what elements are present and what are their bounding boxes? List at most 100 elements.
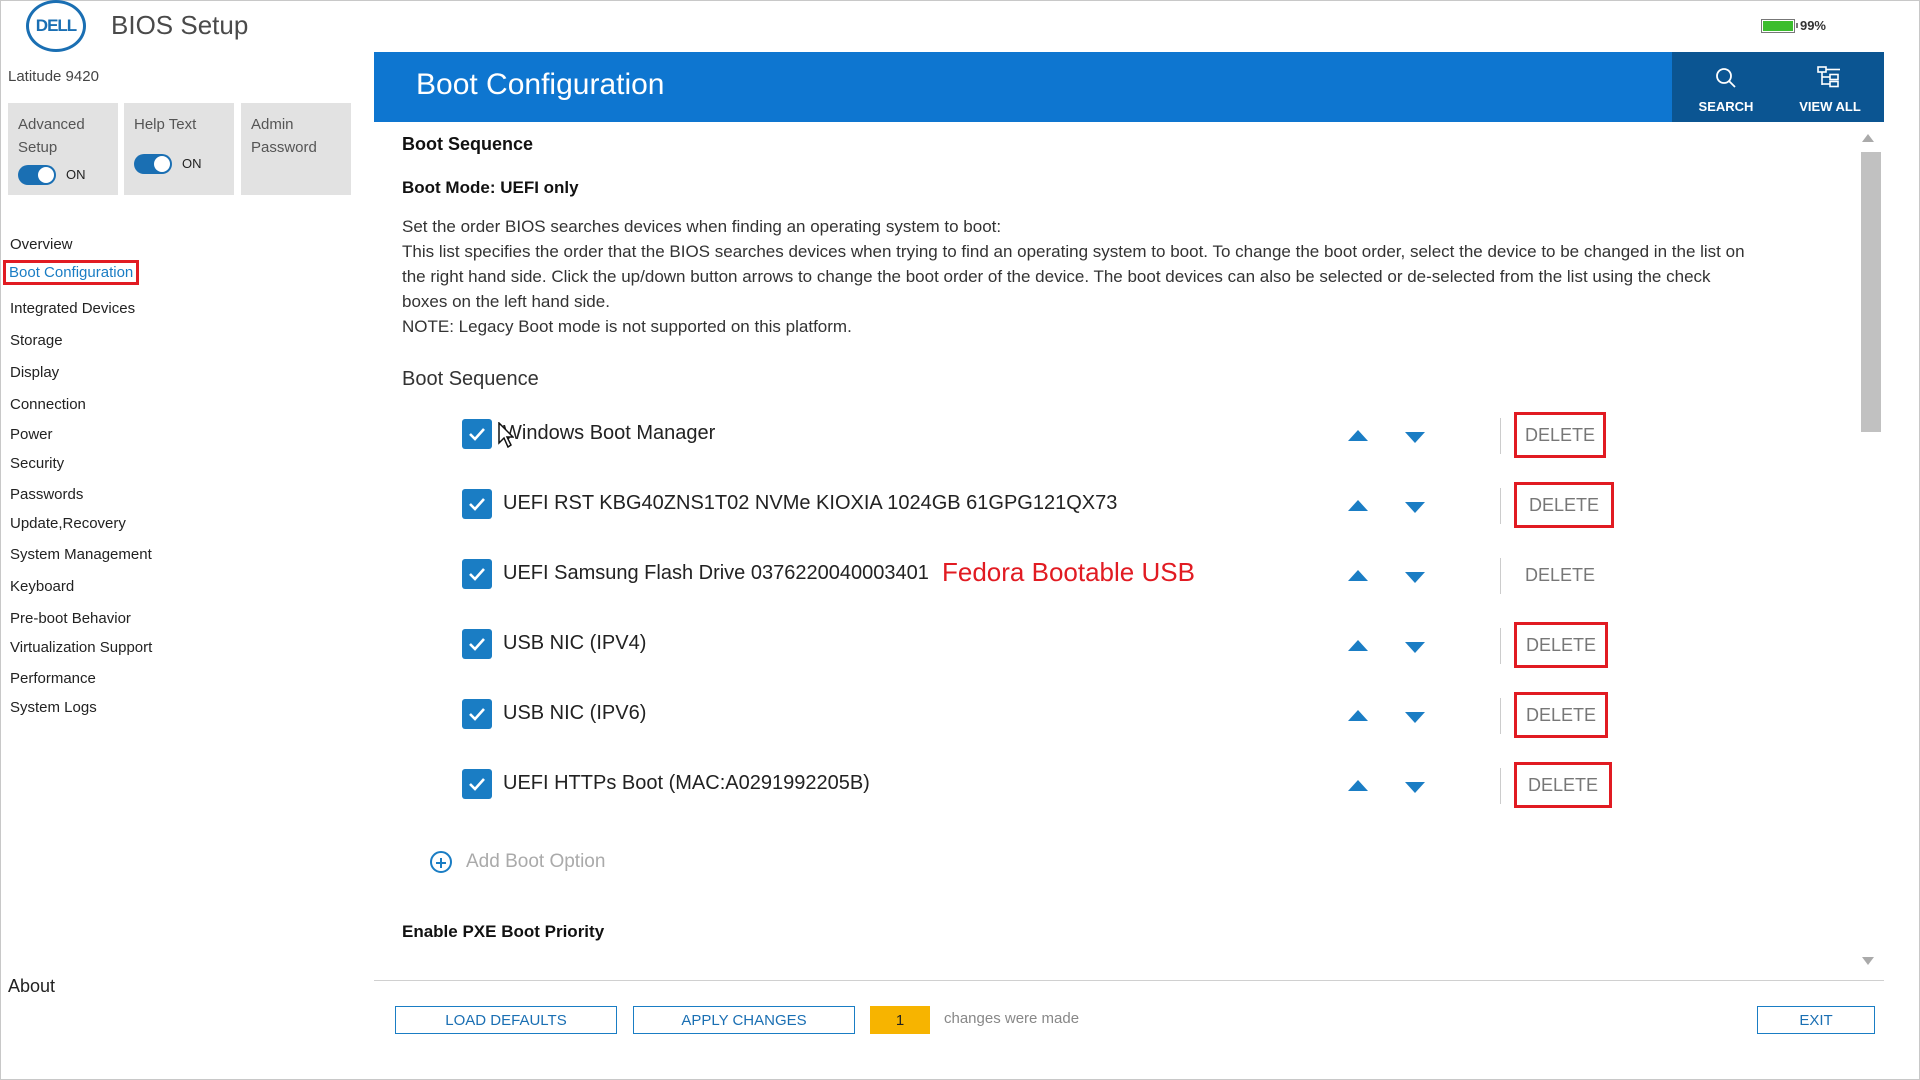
sidebar-item-preboot-behavior[interactable]: Pre-boot Behavior bbox=[10, 610, 131, 627]
sidebar-item-passwords[interactable]: Passwords bbox=[10, 486, 83, 503]
sidebar-item-overview[interactable]: Overview bbox=[10, 236, 73, 253]
footer-divider bbox=[374, 980, 1884, 981]
model-name: Latitude 9420 bbox=[8, 68, 99, 85]
battery-status: 99% bbox=[1760, 18, 1826, 33]
sidebar-item-about[interactable]: About bbox=[8, 976, 55, 997]
boot-option-row: UEFI HTTPs Boot (MAC:A0291992205B) DELET… bbox=[462, 760, 1762, 810]
apply-changes-button[interactable]: APPLY CHANGES bbox=[633, 1006, 855, 1034]
delete-button[interactable]: DELETE bbox=[1514, 692, 1608, 738]
annotation-label: Fedora Bootable USB bbox=[942, 557, 1195, 587]
checkmark-icon bbox=[469, 778, 485, 791]
main-content: Boot Sequence Boot Mode: UEFI only Set t… bbox=[374, 122, 1854, 978]
divider bbox=[1500, 628, 1501, 664]
checkmark-icon bbox=[469, 568, 485, 581]
checkmark-icon bbox=[469, 498, 485, 511]
sidebar-item-security[interactable]: Security bbox=[10, 455, 64, 472]
advanced-setup-label-1: Advanced bbox=[18, 116, 85, 133]
add-circle-icon bbox=[430, 851, 452, 873]
move-up-arrow-icon[interactable] bbox=[1348, 640, 1368, 651]
boot-option-label: Windows Boot Manager bbox=[503, 422, 716, 444]
add-boot-option-button[interactable]: Add Boot Option bbox=[430, 851, 605, 873]
toggle-state: ON bbox=[182, 156, 202, 171]
sidebar-item-performance[interactable]: Performance bbox=[10, 670, 96, 687]
divider bbox=[1500, 558, 1501, 594]
sidebar-item-power[interactable]: Power bbox=[10, 426, 53, 443]
sidebar-item-storage[interactable]: Storage bbox=[10, 332, 63, 349]
move-up-arrow-icon[interactable] bbox=[1348, 710, 1368, 721]
description: Set the order BIOS searches devices when… bbox=[402, 214, 1822, 339]
boot-option-checkbox[interactable] bbox=[462, 629, 492, 659]
delete-button[interactable]: DELETE bbox=[1514, 412, 1606, 458]
divider bbox=[1500, 488, 1501, 524]
description-line: NOTE: Legacy Boot mode is not supported … bbox=[402, 317, 852, 336]
boot-option-checkbox[interactable] bbox=[462, 559, 492, 589]
search-icon bbox=[1716, 68, 1736, 88]
dell-logo: DELL bbox=[26, 0, 86, 52]
sidebar-item-integrated-devices[interactable]: Integrated Devices bbox=[10, 300, 135, 317]
exit-button[interactable]: EXIT bbox=[1757, 1006, 1875, 1034]
move-down-arrow-icon[interactable] bbox=[1405, 502, 1425, 513]
boot-option-row: Windows Boot Manager DELETE bbox=[462, 410, 1762, 460]
scroll-up-arrow-icon[interactable] bbox=[1862, 134, 1874, 142]
boot-sequence-subheading: Boot Sequence bbox=[402, 368, 539, 390]
mouse-cursor-icon bbox=[498, 422, 514, 448]
move-down-arrow-icon[interactable] bbox=[1405, 572, 1425, 583]
sidebar-item-keyboard[interactable]: Keyboard bbox=[10, 578, 74, 595]
advanced-setup-toggle[interactable]: ON bbox=[18, 163, 108, 186]
scroll-down-arrow-icon[interactable] bbox=[1862, 957, 1874, 965]
move-down-arrow-icon[interactable] bbox=[1405, 782, 1425, 793]
toggle-track[interactable] bbox=[18, 164, 56, 185]
description-line: the right hand side. Click the up/down b… bbox=[402, 267, 1711, 286]
changes-count-badge: 1 bbox=[870, 1006, 930, 1034]
page-title: Boot Configuration bbox=[416, 68, 665, 101]
help-text-tile[interactable]: Help Text ON bbox=[124, 103, 234, 195]
toggle-track[interactable] bbox=[134, 153, 172, 174]
move-up-arrow-icon[interactable] bbox=[1348, 780, 1368, 791]
move-down-arrow-icon[interactable] bbox=[1405, 642, 1425, 653]
sidebar-item-system-management[interactable]: System Management bbox=[10, 546, 152, 563]
boot-option-label: UEFI HTTPs Boot (MAC:A0291992205B) bbox=[503, 772, 870, 794]
load-defaults-button[interactable]: LOAD DEFAULTS bbox=[395, 1006, 617, 1034]
move-down-arrow-icon[interactable] bbox=[1405, 432, 1425, 443]
delete-button[interactable]: DELETE bbox=[1514, 762, 1612, 808]
boot-option-checkbox[interactable] bbox=[462, 699, 492, 729]
page-header-bar: Boot Configuration SEARCH VIEW ALL bbox=[374, 52, 1884, 122]
boot-option-checkbox[interactable] bbox=[462, 769, 492, 799]
boot-option-label: UEFI RST KBG40ZNS1T02 NVMe KIOXIA 1024GB… bbox=[503, 492, 1118, 514]
view-all-label: VIEW ALL bbox=[1799, 99, 1861, 114]
battery-fill bbox=[1762, 20, 1793, 31]
sidebar-item-display[interactable]: Display bbox=[10, 364, 59, 381]
sidebar-item-connection[interactable]: Connection bbox=[10, 396, 86, 413]
help-text-label: Help Text bbox=[134, 116, 197, 133]
search-button[interactable]: SEARCH bbox=[1672, 52, 1780, 122]
boot-option-checkbox[interactable] bbox=[462, 489, 492, 519]
section-title: Boot Sequence bbox=[402, 134, 534, 154]
move-up-arrow-icon[interactable] bbox=[1348, 430, 1368, 441]
divider bbox=[1500, 698, 1501, 734]
app-title: BIOS Setup bbox=[111, 10, 249, 40]
admin-password-label-2: Password bbox=[251, 139, 317, 156]
scrollbar-thumb[interactable] bbox=[1861, 152, 1881, 432]
view-all-button[interactable]: VIEW ALL bbox=[1776, 52, 1884, 122]
checkmark-icon bbox=[469, 638, 485, 651]
boot-option-checkbox[interactable] bbox=[462, 419, 492, 449]
delete-button[interactable]: DELETE bbox=[1514, 622, 1608, 668]
admin-password-tile[interactable]: Admin Password bbox=[241, 103, 351, 195]
move-up-arrow-icon[interactable] bbox=[1348, 500, 1368, 511]
move-down-arrow-icon[interactable] bbox=[1405, 712, 1425, 723]
sidebar-item-virtualization-support[interactable]: Virtualization Support bbox=[10, 639, 152, 656]
delete-button[interactable]: DELETE bbox=[1514, 482, 1614, 528]
sidebar-item-system-logs[interactable]: System Logs bbox=[10, 699, 97, 716]
help-text-toggle[interactable]: ON bbox=[134, 152, 224, 175]
advanced-setup-tile[interactable]: Advanced Setup ON bbox=[8, 103, 118, 195]
sidebar-item-boot-configuration[interactable]: Boot Configuration bbox=[3, 260, 140, 285]
sidebar-item-update-recovery[interactable]: Update,Recovery bbox=[10, 515, 126, 532]
toggle-knob bbox=[38, 166, 54, 183]
boot-option-label: USB NIC (IPV6) bbox=[503, 702, 647, 724]
admin-password-label-1: Admin bbox=[251, 116, 294, 133]
boot-mode: Boot Mode: UEFI only bbox=[402, 178, 579, 197]
checkmark-icon bbox=[469, 708, 485, 721]
battery-icon bbox=[1760, 18, 1798, 33]
delete-button[interactable]: DELETE bbox=[1514, 552, 1606, 598]
move-up-arrow-icon[interactable] bbox=[1348, 570, 1368, 581]
